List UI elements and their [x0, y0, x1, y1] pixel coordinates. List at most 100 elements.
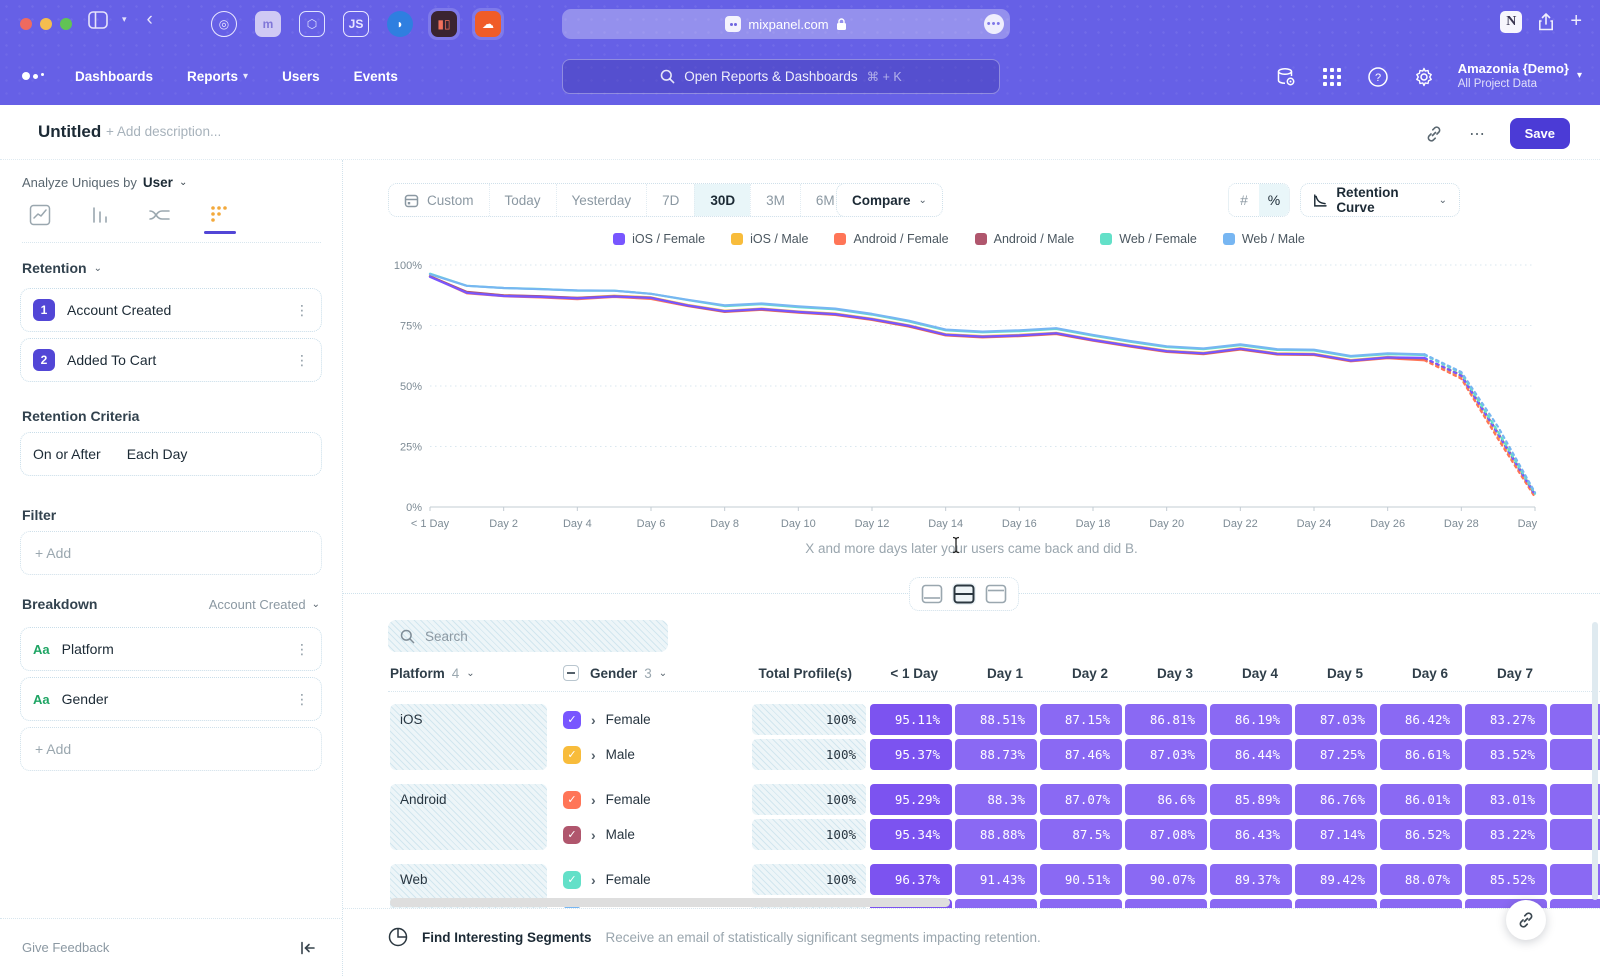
tab-flows[interactable]	[142, 204, 178, 232]
target-extension-icon[interactable]: ◎	[211, 11, 237, 37]
mixpanel-logo-icon[interactable]	[22, 72, 44, 80]
find-segments-title[interactable]: Find Interesting Segments	[422, 930, 592, 945]
report-title[interactable]: Untitled	[38, 122, 101, 142]
more-options-icon[interactable]: ⋯	[1466, 122, 1490, 146]
add-breakdown-button[interactable]: + Add	[20, 727, 322, 771]
window-controls[interactable]	[20, 18, 72, 30]
tab-insights[interactable]	[22, 204, 58, 232]
day-column-header[interactable]: Day 5	[1295, 660, 1377, 686]
retention-value-cell[interactable]: 86.01%	[1380, 784, 1462, 815]
retention-value-cell[interactable]: 90.07%	[1125, 864, 1207, 895]
expand-row-icon[interactable]: ›	[591, 747, 596, 763]
retention-value-cell[interactable]: 87.08%	[1125, 819, 1207, 850]
sidebar-toggle-icon[interactable]	[88, 11, 108, 29]
share-link-floating-button[interactable]	[1506, 900, 1546, 940]
day-column-header[interactable]: Day 1	[955, 660, 1037, 686]
notion-icon[interactable]: N	[1500, 11, 1522, 33]
breakdown-item-gender[interactable]: AaGender⋮	[20, 677, 322, 721]
retention-value-cell[interactable]: 86.42%	[1380, 704, 1462, 735]
retention-value-cell[interactable]: 88.73%	[955, 739, 1037, 770]
js-extension-icon[interactable]: JS	[343, 11, 369, 37]
copy-link-icon[interactable]	[1422, 122, 1446, 146]
retention-value-cell[interactable]: 89.42%	[1295, 864, 1377, 895]
retention-value-cell[interactable]: 86.81%	[1125, 704, 1207, 735]
retention-value-cell[interactable]: 86.43%	[1210, 819, 1292, 850]
retention-value-cell[interactable]: 86.61%	[1380, 739, 1462, 770]
retention-value-cell[interactable]: 86.76%	[1295, 784, 1377, 815]
tab-retention[interactable]	[202, 204, 238, 232]
retention-value-cell[interactable]: 83.01%	[1465, 784, 1547, 815]
retention-value-cell[interactable]: 95.11%	[870, 704, 952, 735]
series-checkbox[interactable]: ✓	[563, 711, 581, 729]
global-search-button[interactable]: Open Reports & Dashboards ⌘ + K	[562, 59, 1000, 94]
bars-extension-icon[interactable]: ▮▯	[431, 11, 457, 37]
horizontal-scrollbar[interactable]	[390, 898, 950, 907]
table-only-layout-button[interactable]	[984, 583, 1008, 605]
expand-row-icon[interactable]: ›	[591, 792, 596, 808]
table-search-input[interactable]: Search	[388, 620, 668, 652]
tab-funnels[interactable]	[82, 204, 118, 232]
chart-only-layout-button[interactable]	[920, 583, 944, 605]
report-description-placeholder[interactable]: + Add description...	[106, 124, 221, 139]
retention-value-cell[interactable]: 86.6%	[1125, 784, 1207, 815]
criteria-on-or-after[interactable]: On or After	[33, 446, 101, 462]
nav-item-events[interactable]: Events	[354, 69, 398, 84]
breakdown-scope-selector[interactable]: Account Created⌄	[209, 597, 320, 612]
retention-value-cell[interactable]: 87.03%	[1125, 739, 1207, 770]
retention-value-cell[interactable]: 88.88%	[955, 819, 1037, 850]
add-filter-button[interactable]: + Add	[20, 531, 322, 575]
apps-grid-icon[interactable]	[1320, 65, 1344, 89]
settings-gear-icon[interactable]	[1412, 65, 1436, 89]
give-feedback-link[interactable]: Give Feedback	[22, 940, 109, 955]
more-options-icon[interactable]: ⋮	[295, 691, 309, 708]
minimize-window-button[interactable]	[40, 18, 52, 30]
avatar-m-extension-icon[interactable]: m	[255, 11, 281, 37]
retention-value-cell[interactable]: 88.07%	[1380, 864, 1462, 895]
analyze-value[interactable]: User	[143, 175, 173, 190]
retention-value-cell[interactable]: 87.5%	[1040, 819, 1122, 850]
more-options-icon[interactable]: ⋮	[295, 302, 309, 319]
day-column-header[interactable]: Day 7	[1465, 660, 1547, 686]
gender-row-android-female[interactable]: ✓›Female	[563, 784, 651, 815]
retention-value-cell[interactable]: 91.43%	[955, 864, 1037, 895]
bird-extension-icon[interactable]: ◗	[387, 11, 413, 37]
nav-item-users[interactable]: Users	[282, 69, 320, 84]
day-column-header[interactable]: < 1 Day	[870, 660, 952, 686]
platform-group-cell-android[interactable]: Android	[390, 784, 547, 850]
gender-row-ios-female[interactable]: ✓›Female	[563, 704, 651, 735]
retention-value-cell[interactable]: 83.27%	[1465, 704, 1547, 735]
retention-step-2[interactable]: 2Added To Cart⋮	[20, 338, 322, 382]
retention-value-cell[interactable]: 86.19%	[1210, 704, 1292, 735]
gender-row-web-female[interactable]: ✓›Female	[563, 864, 651, 895]
series-checkbox[interactable]: ✓	[563, 746, 581, 764]
retention-step-1[interactable]: 1Account Created⋮	[20, 288, 322, 332]
new-tab-icon[interactable]: +	[1570, 10, 1582, 33]
retention-value-cell[interactable]: 95.29%	[870, 784, 952, 815]
criteria-each-day[interactable]: Each Day	[127, 446, 188, 462]
address-bar[interactable]: mixpanel.com •••	[562, 9, 1010, 39]
total-profiles-header[interactable]: Total Profile(s)	[752, 660, 866, 686]
data-management-icon[interactable]	[1274, 65, 1298, 89]
help-icon[interactable]: ?	[1366, 65, 1390, 89]
retention-value-cell[interactable]: 83.52%	[1465, 739, 1547, 770]
project-switcher[interactable]: Amazonia {Demo} All Project Data ▾	[1458, 61, 1582, 92]
retention-value-cell[interactable]: 86.52%	[1380, 819, 1462, 850]
retention-value-cell[interactable]: 87.46%	[1040, 739, 1122, 770]
retention-value-cell[interactable]: 87.14%	[1295, 819, 1377, 850]
retention-section-title[interactable]: Retention⌄	[22, 260, 102, 276]
split-layout-button[interactable]	[952, 583, 976, 605]
retention-value-cell[interactable]: 96.37%	[870, 864, 952, 895]
platform-column-header[interactable]: Platform 4 ⌄	[390, 660, 475, 686]
retention-value-cell[interactable]: 88.51%	[955, 704, 1037, 735]
series-checkbox[interactable]: ✓	[563, 791, 581, 809]
retention-value-cell[interactable]: 95.37%	[870, 739, 952, 770]
retention-value-cell[interactable]: 85.52%	[1465, 864, 1547, 895]
retention-value-cell[interactable]: 86.44%	[1210, 739, 1292, 770]
chevron-down-icon[interactable]: ▾	[122, 14, 127, 25]
retention-value-cell[interactable]: 87.07%	[1040, 784, 1122, 815]
share-icon[interactable]	[1538, 13, 1554, 31]
retention-value-cell[interactable]: 85.89%	[1210, 784, 1292, 815]
retention-value-cell[interactable]: 83.22%	[1465, 819, 1547, 850]
expand-row-icon[interactable]: ›	[591, 827, 596, 843]
retention-value-cell[interactable]: 87.03%	[1295, 704, 1377, 735]
